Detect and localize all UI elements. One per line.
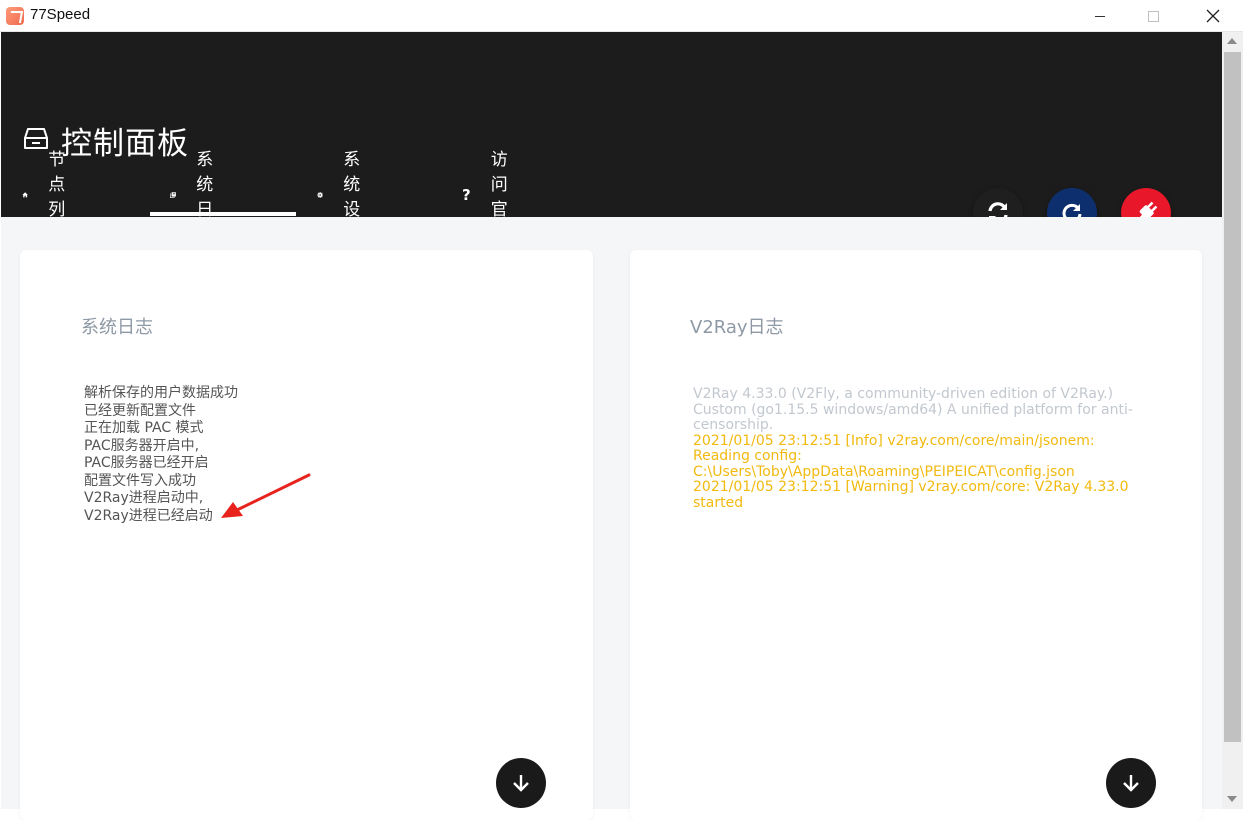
arrow-down-icon bbox=[513, 775, 529, 792]
close-button[interactable] bbox=[1190, 0, 1236, 32]
scroll-down-arrow-icon[interactable] bbox=[1227, 796, 1237, 802]
active-tab-indicator bbox=[150, 212, 296, 216]
tab-node-list[interactable]: 节点列表 bbox=[22, 150, 75, 245]
maximize-icon bbox=[1147, 10, 1159, 22]
page-title: 控制面板 bbox=[61, 126, 189, 162]
minimize-icon bbox=[1095, 15, 1105, 17]
maximize-button[interactable] bbox=[1130, 0, 1176, 32]
system-log-title: 系统日志 bbox=[81, 317, 153, 338]
question-icon: ? bbox=[462, 185, 471, 204]
app-logo-icon bbox=[6, 7, 24, 25]
system-log-card: 系统日志 解析保存的用户数据成功 已经更新配置文件 正在加载 PAC 模式 PA… bbox=[20, 250, 593, 820]
inbox-icon bbox=[24, 128, 48, 149]
close-icon bbox=[1206, 9, 1220, 23]
log-line: 解析保存的用户数据成功 bbox=[84, 385, 238, 401]
scroll-down-button[interactable] bbox=[1106, 758, 1156, 808]
scroll-up-arrow-icon[interactable] bbox=[1227, 38, 1237, 44]
tab-system-settings[interactable]: 系统设置 bbox=[317, 150, 370, 245]
annotation-arrow-icon bbox=[221, 473, 311, 518]
gear-icon bbox=[317, 191, 324, 198]
log-line: 已经更新配置文件 bbox=[84, 402, 196, 419]
arrow-down-icon bbox=[1123, 775, 1139, 792]
tab-visit-website[interactable]: ? 访问官网 bbox=[462, 150, 515, 245]
v2ray-log-title: V2Ray日志 bbox=[690, 317, 784, 338]
home-icon bbox=[22, 191, 28, 197]
log-line: PAC服务器开启中, bbox=[84, 437, 200, 454]
scroll-down-button[interactable] bbox=[496, 758, 546, 808]
window-title-bar: 77Speed bbox=[0, 0, 1243, 32]
v2ray-log-card: V2Ray日志 V2Ray 4.33.0 (V2Fly, a community… bbox=[630, 250, 1202, 820]
scrollbar-thumb[interactable] bbox=[1224, 52, 1241, 742]
v2ray-log-output: V2Ray 4.33.0 (V2Fly, a community-driven … bbox=[693, 386, 1153, 511]
minimize-button[interactable] bbox=[1077, 0, 1123, 32]
library-icon bbox=[170, 191, 176, 198]
log-line: 正在加载 PAC 模式 bbox=[84, 420, 204, 436]
vertical-scrollbar[interactable] bbox=[1222, 32, 1243, 809]
v2ray-log-entries: 2021/01/05 23:12:51 [Info] v2ray.com/cor… bbox=[693, 432, 1129, 511]
tab-system-log[interactable]: 系统日志 bbox=[170, 150, 223, 245]
v2ray-version-text: V2Ray 4.33.0 (V2Fly, a community-driven … bbox=[693, 386, 1133, 433]
app-header: 控制面板 节点列表 系统日志 系统 bbox=[1, 32, 1222, 245]
window-title: 77Speed bbox=[30, 6, 91, 23]
